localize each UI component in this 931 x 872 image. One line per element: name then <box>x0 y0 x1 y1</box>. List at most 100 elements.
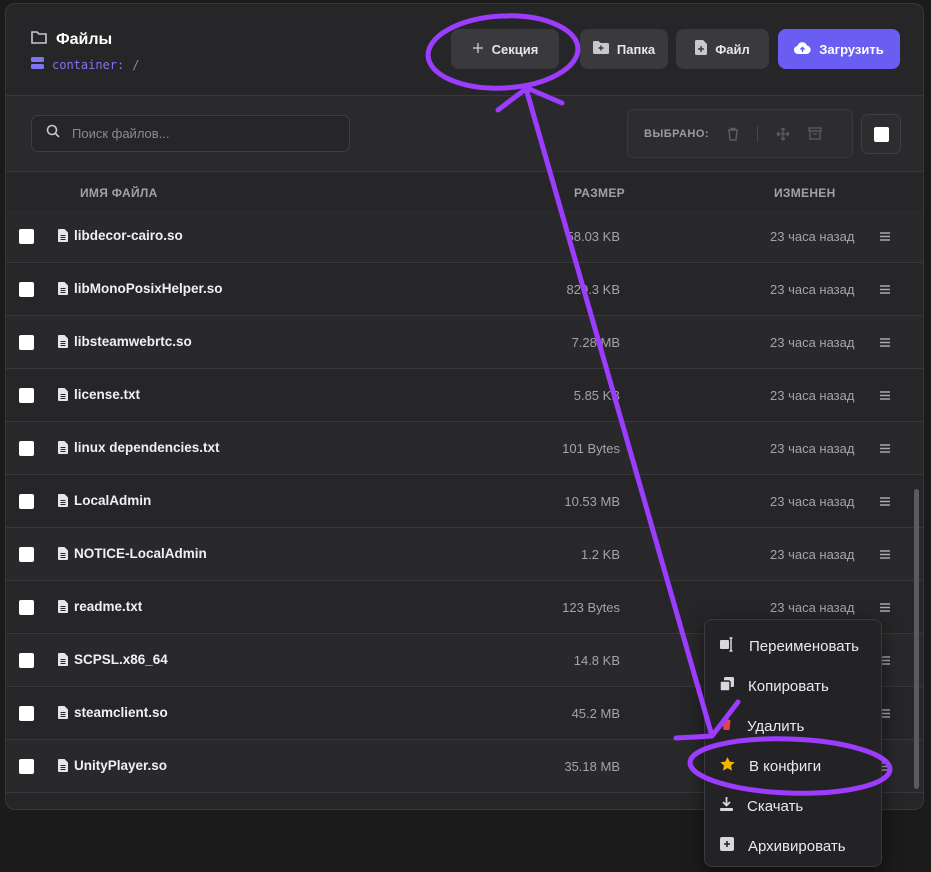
cloud-upload-icon <box>794 41 811 57</box>
row-checkbox[interactable] <box>19 653 34 668</box>
row-checkbox[interactable] <box>19 229 34 244</box>
menu-item-rename[interactable]: Переименовать <box>705 626 881 666</box>
file-name[interactable]: SCPSL.x86_64 <box>58 652 168 667</box>
row-menu-icon[interactable] <box>880 494 890 509</box>
file-icon <box>58 494 68 507</box>
row-menu-icon[interactable] <box>880 282 890 297</box>
row-checkbox[interactable] <box>19 600 34 615</box>
file-icon <box>58 547 68 560</box>
page-title: Файлы <box>56 30 113 48</box>
file-name[interactable]: linux dependencies.txt <box>58 440 220 455</box>
search-input[interactable] <box>72 126 332 141</box>
file-modified: 23 часа назад <box>770 229 855 244</box>
file-name[interactable]: libdecor-cairo.so <box>58 228 183 243</box>
folder-plus-icon <box>592 41 609 57</box>
divider <box>757 125 759 142</box>
file-name-text: readme.txt <box>74 599 143 614</box>
rename-icon <box>720 636 735 656</box>
table-row[interactable]: libMonoPosixHelper.so 829.3 KB 23 часа наз… <box>6 263 923 316</box>
bulk-move-icon[interactable] <box>776 127 790 141</box>
row-menu-icon[interactable] <box>880 229 890 244</box>
column-size[interactable]: РАЗМЕР <box>574 186 625 200</box>
column-name[interactable]: ИМЯ ФАЙЛА <box>80 186 158 200</box>
file-name[interactable]: license.txt <box>58 387 140 402</box>
file-name[interactable]: UnityPlayer.so <box>58 758 167 773</box>
row-checkbox[interactable] <box>19 441 34 456</box>
file-name-text: linux dependencies.txt <box>74 440 220 455</box>
checkbox[interactable] <box>873 126 889 142</box>
table-row[interactable]: LocalAdmin 10.53 MB 23 часа назад <box>6 475 923 528</box>
table-header: ИМЯ ФАЙЛА РАЗМЕР ИЗМЕНЕН <box>6 172 923 210</box>
row-checkbox[interactable] <box>19 282 34 297</box>
menu-item-archive[interactable]: Архивировать <box>705 826 881 866</box>
new-section-button[interactable]: Секция <box>451 29 559 69</box>
row-checkbox[interactable] <box>19 547 34 562</box>
file-name-text: libMonoPosixHelper.so <box>74 281 223 296</box>
menu-item-copy[interactable]: Копировать <box>705 666 881 706</box>
file-name[interactable]: libsteamwebrtc.so <box>58 334 192 349</box>
file-modified: 23 часа назад <box>770 388 855 403</box>
menu-item-label: В конфиги <box>749 757 822 775</box>
row-checkbox[interactable] <box>19 706 34 721</box>
path-container[interactable]: container: <box>52 58 124 72</box>
file-name[interactable]: LocalAdmin <box>58 493 151 508</box>
menu-item-label: Архивировать <box>748 837 846 855</box>
new-section-label: Секция <box>491 41 539 57</box>
bulk-actions: ВЫБРАНО: <box>627 109 853 158</box>
search-box[interactable] <box>31 115 350 152</box>
menu-item-label: Копировать <box>748 677 829 695</box>
download-icon <box>720 797 733 815</box>
row-menu-icon[interactable] <box>880 335 890 350</box>
table-row[interactable]: NOTICE-LocalAdmin 1.2 KB 23 часа назад <box>6 528 923 581</box>
row-menu-icon[interactable] <box>880 388 890 403</box>
file-size: 123 Bytes <box>562 600 620 615</box>
row-checkbox[interactable] <box>19 335 34 350</box>
row-menu-icon[interactable] <box>880 441 890 456</box>
table-row[interactable]: libdecor-cairo.so 58.03 KB 23 часа назад <box>6 210 923 263</box>
row-checkbox[interactable] <box>19 494 34 509</box>
path-root[interactable]: / <box>132 58 139 72</box>
scrollbar[interactable] <box>914 489 919 789</box>
file-name[interactable]: readme.txt <box>58 599 142 614</box>
file-icon <box>58 600 68 613</box>
table-row[interactable]: license.txt 5.85 KB 23 часа назад <box>6 369 923 422</box>
row-checkbox[interactable] <box>19 759 34 774</box>
bulk-delete-icon[interactable] <box>727 127 739 141</box>
table-row[interactable]: linux dependencies.txt 101 Bytes 23 часа н… <box>6 422 923 475</box>
bulk-archive-icon[interactable] <box>808 127 822 140</box>
new-folder-label: Папка <box>616 41 656 57</box>
file-size: 35.18 MB <box>564 759 620 774</box>
new-file-button[interactable]: Файл <box>676 29 769 69</box>
file-name-text: license.txt <box>74 387 141 402</box>
file-name-text: SCPSL.x86_64 <box>74 652 168 667</box>
file-icon <box>58 441 68 454</box>
file-name-text: steamclient.so <box>74 705 168 720</box>
menu-item-to-configs[interactable]: В конфиги <box>705 746 881 786</box>
file-modified: 23 часа назад <box>770 494 855 509</box>
column-modified[interactable]: ИЗМЕНЕН <box>774 186 836 200</box>
select-all-checkbox[interactable] <box>861 114 901 154</box>
menu-item-label: Скачать <box>747 797 804 815</box>
file-icon <box>58 706 68 719</box>
new-folder-button[interactable]: Папка <box>580 29 668 69</box>
context-menu: Переименовать Копировать Удалить В конфи… <box>704 619 882 867</box>
file-size: 829.3 KB <box>566 282 621 297</box>
file-size: 10.53 MB <box>564 494 620 509</box>
file-size: 45.2 MB <box>571 706 620 721</box>
upload-label: Загрузить <box>819 41 884 57</box>
file-size: 58.03 KB <box>566 229 621 244</box>
upload-button[interactable]: Загрузить <box>778 29 900 69</box>
server-icon <box>31 57 44 72</box>
file-name[interactable]: NOTICE-LocalAdmin <box>58 546 207 561</box>
row-checkbox[interactable] <box>19 388 34 403</box>
file-name[interactable]: libMonoPosixHelper.so <box>58 281 223 296</box>
file-size: 101 Bytes <box>562 441 620 456</box>
row-menu-icon[interactable] <box>880 600 890 615</box>
menu-item-download[interactable]: Скачать <box>705 786 881 826</box>
file-modified: 23 часа назад <box>770 547 855 562</box>
menu-item-delete[interactable]: Удалить <box>705 706 881 746</box>
file-name[interactable]: steamclient.so <box>58 705 168 720</box>
file-size: 5.85 KB <box>573 388 620 403</box>
table-row[interactable]: libsteamwebrtc.so 7.28 MB 23 часа назад <box>6 316 923 369</box>
row-menu-icon[interactable] <box>880 547 890 562</box>
